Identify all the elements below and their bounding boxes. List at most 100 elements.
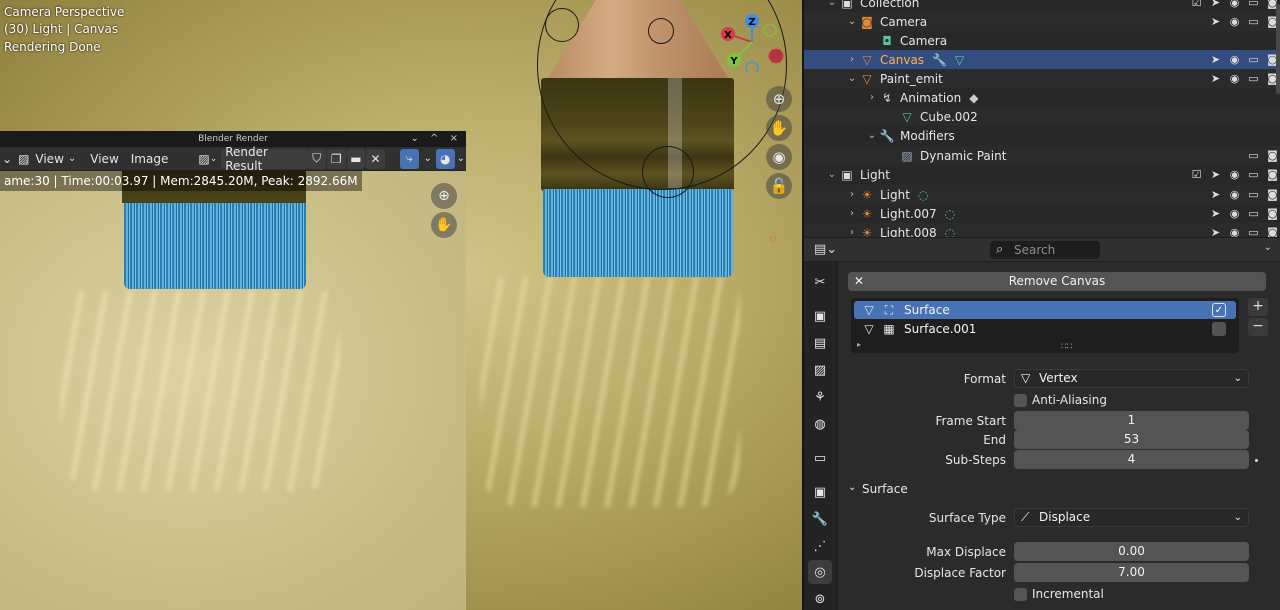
- hand-icon[interactable]: ✋: [431, 212, 457, 238]
- max-displace-field[interactable]: 0.00: [1014, 542, 1249, 561]
- eye-icon[interactable]: ◉: [1225, 168, 1244, 181]
- outliner[interactable]: ⌄ ▣ Collection ☑ ➤ ◉ ▭ ◙ ⌄ ◙ Camera ➤ ◉ ▭ ◙ ◘ C…: [804, 0, 1280, 237]
- expand-arrow-icon[interactable]: ⌄: [826, 169, 838, 180]
- editor-type-chevron-icon[interactable]: ⌄: [0, 149, 14, 169]
- outliner-row-paint-emit[interactable]: ⌄ ▽ Paint_emit ➤ ◉ ▭ ◙: [804, 69, 1280, 88]
- resize-grip-icon[interactable]: ∷∷: [1061, 342, 1072, 352]
- eye-icon[interactable]: ◉: [1225, 188, 1244, 201]
- render-result-field[interactable]: Render Result: [221, 145, 308, 173]
- eye-icon[interactable]: ◉: [1225, 226, 1244, 237]
- list-item[interactable]: ▽ ⛶ Surface ✓: [854, 301, 1236, 319]
- outliner-row-light-collection[interactable]: ⌄ ▣ Light ☑ ➤ ◉ ▭ ◙: [804, 165, 1280, 184]
- lock-icon[interactable]: 🔓: [766, 173, 792, 199]
- expand-arrow-icon[interactable]: ›: [846, 227, 858, 237]
- minimize-button[interactable]: ⌄: [410, 133, 422, 144]
- incremental-checkbox[interactable]: Incremental: [1014, 587, 1104, 601]
- world-tab-icon[interactable]: ◍: [808, 412, 832, 436]
- checkbox-box[interactable]: [1014, 587, 1027, 601]
- chevron-down-icon[interactable]: ⌄: [420, 149, 436, 169]
- keyframe-dot-icon[interactable]: [1255, 459, 1258, 462]
- modifier-tab-icon[interactable]: 🔧: [808, 507, 832, 531]
- remove-canvas-button[interactable]: ✕ Remove Canvas: [848, 272, 1266, 291]
- outliner-scrollbar[interactable]: [1276, 4, 1280, 94]
- maximize-button[interactable]: ^: [430, 133, 442, 144]
- outliner-row-light-007[interactable]: › ☀ Light.007 ◌ ➤ ◉ ▭ ◙: [804, 204, 1280, 223]
- add-surface-button[interactable]: +: [1248, 298, 1268, 316]
- select-arrow-icon[interactable]: ➤: [1206, 72, 1225, 85]
- expand-arrow-icon[interactable]: ▸: [857, 340, 861, 349]
- outliner-row-animation[interactable]: › ↯ Animation ◆: [804, 88, 1280, 107]
- fake-user-shield-icon[interactable]: ⛉: [307, 148, 326, 169]
- browse-image-button[interactable]: ▨ ⌄: [194, 149, 221, 169]
- camera-icon[interactable]: ◉: [766, 144, 792, 170]
- constraints-tab-icon[interactable]: ⊚: [808, 587, 832, 610]
- overlay-toggle-icon[interactable]: ◕: [435, 148, 455, 169]
- outliner-row-collection[interactable]: ⌄ ▣ Collection ☑ ➤ ◉ ▭ ◙: [804, 0, 1280, 12]
- object-tab-icon[interactable]: ▣: [808, 480, 832, 504]
- checkbox-box[interactable]: [1014, 393, 1027, 407]
- eye-icon[interactable]: ◉: [1225, 72, 1244, 85]
- format-dropdown[interactable]: ▽ Vertex ⌄: [1014, 369, 1249, 388]
- monitor-icon[interactable]: ▭: [1244, 207, 1263, 220]
- axis-gizmo[interactable]: Z X Y: [712, 8, 792, 72]
- unlink-x-icon[interactable]: ✕: [366, 148, 385, 169]
- select-arrow-icon[interactable]: ➤: [1206, 226, 1225, 237]
- frame-start-field[interactable]: 1: [1014, 411, 1249, 430]
- render-camera-icon[interactable]: ◙: [1263, 168, 1280, 181]
- zoom-icon[interactable]: ⊕: [431, 183, 457, 209]
- expand-arrow-icon[interactable]: ›: [866, 92, 878, 103]
- monitor-icon[interactable]: ▭: [1244, 168, 1263, 181]
- eye-icon[interactable]: ◉: [1225, 0, 1244, 9]
- expand-arrow-icon[interactable]: ›: [846, 208, 858, 219]
- hand-icon[interactable]: ✋: [766, 115, 792, 141]
- zoom-icon[interactable]: ⊕: [766, 86, 792, 112]
- outliner-row-light[interactable]: › ☀ Light ◌ ➤ ◉ ▭ ◙: [804, 185, 1280, 204]
- monitor-icon[interactable]: ▭: [1244, 188, 1263, 201]
- surface-enabled-checkbox[interactable]: [1212, 322, 1226, 336]
- duplicate-icon[interactable]: ❐: [326, 148, 346, 169]
- tool-tab-icon[interactable]: ✂: [808, 270, 832, 294]
- scene-tab-icon[interactable]: ⚘: [808, 385, 832, 409]
- chevron-down-icon[interactable]: ⌄: [456, 149, 466, 169]
- select-arrow-icon[interactable]: ➤: [1206, 0, 1225, 9]
- list-item[interactable]: ▽ ▦ Surface.001: [854, 320, 1236, 338]
- image-menu[interactable]: Image: [127, 149, 173, 169]
- surface-panel-header[interactable]: ⌄ Surface: [838, 478, 1280, 500]
- close-window-button[interactable]: ×: [450, 133, 462, 144]
- displace-factor-field[interactable]: 7.00: [1014, 563, 1249, 582]
- outliner-row-light-008[interactable]: › ☀ Light.008 ◌ ➤ ◉ ▭ ◙: [804, 223, 1280, 237]
- expand-arrow-icon[interactable]: ⌄: [826, 0, 838, 8]
- end-field[interactable]: 53: [1014, 430, 1249, 449]
- physics-tab-icon[interactable]: ◎: [808, 560, 832, 584]
- surface-enabled-checkbox[interactable]: ✓: [1212, 303, 1226, 317]
- render-window[interactable]: Blender Render ⌄ ^ × ⌄ ▨ View ⌄ View Ima…: [0, 131, 466, 610]
- view-layer-tab-icon[interactable]: ▨: [808, 358, 832, 382]
- monitor-icon[interactable]: ▭: [1244, 226, 1263, 237]
- monitor-icon[interactable]: ▭: [1244, 15, 1263, 28]
- render-camera-icon[interactable]: ◙: [1263, 188, 1280, 201]
- render-camera-icon[interactable]: ◙: [1263, 207, 1280, 220]
- outliner-row-camera-data[interactable]: ◘ Camera: [804, 31, 1280, 50]
- sample-tool-icon[interactable]: ⤷: [399, 148, 419, 169]
- view-menu-1[interactable]: ▨ View ⌄: [14, 149, 80, 169]
- outliner-row-camera[interactable]: ⌄ ◙ Camera ➤ ◉ ▭ ◙: [804, 12, 1280, 31]
- checkbox-icon[interactable]: ☑: [1187, 168, 1206, 181]
- view-menu-2[interactable]: View: [86, 149, 122, 169]
- render-image[interactable]: ame:30 | Time:00:03.97 | Mem:2845.20M, P…: [0, 171, 466, 610]
- monitor-icon[interactable]: ▭: [1244, 53, 1263, 66]
- monitor-icon[interactable]: ▭: [1244, 72, 1263, 85]
- render-camera-icon[interactable]: ◙: [1263, 149, 1280, 162]
- outliner-row-dynamic-paint[interactable]: ▨ Dynamic Paint ▭ ◙: [804, 146, 1280, 165]
- select-arrow-icon[interactable]: ➤: [1206, 188, 1225, 201]
- eye-icon[interactable]: ◉: [1225, 207, 1244, 220]
- select-arrow-icon[interactable]: ➤: [1206, 53, 1225, 66]
- outliner-row-modifiers[interactable]: ⌄ 🔧 Modifiers: [804, 126, 1280, 145]
- expand-arrow-icon[interactable]: ›: [846, 54, 858, 65]
- expand-arrow-icon[interactable]: ⌄: [866, 130, 878, 141]
- eye-icon[interactable]: ◉: [1225, 53, 1244, 66]
- select-arrow-icon[interactable]: ➤: [1206, 15, 1225, 28]
- chevron-down-icon[interactable]: ⌄: [1264, 242, 1272, 253]
- search-input[interactable]: ⌕ Search: [990, 241, 1100, 259]
- render-camera-icon[interactable]: ◙: [1263, 226, 1280, 237]
- monitor-icon[interactable]: ▭: [1244, 0, 1263, 9]
